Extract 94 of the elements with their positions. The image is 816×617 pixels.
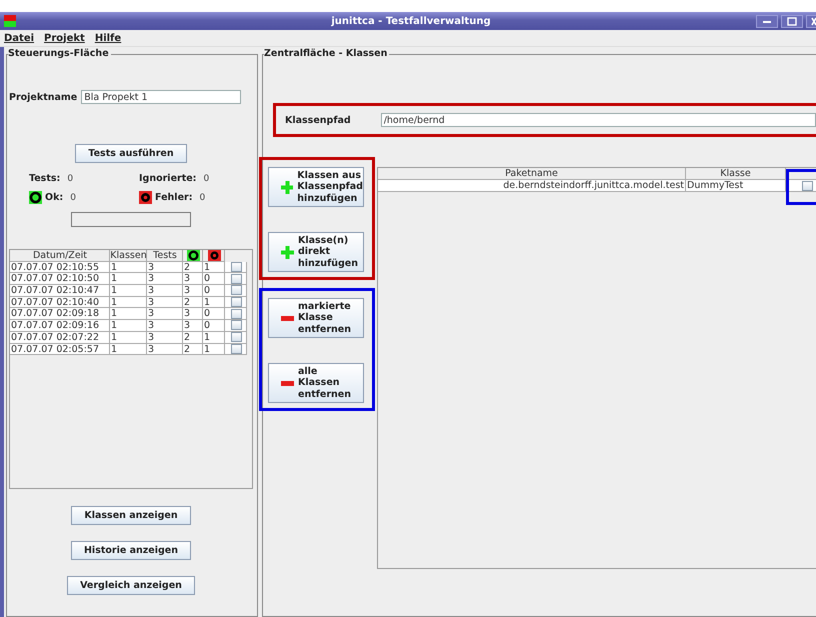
column-header: Datum/Zeit — [10, 250, 110, 262]
close-icon[interactable] — [806, 14, 816, 28]
table-cell: 3 — [147, 273, 183, 286]
minus-icon — [281, 380, 294, 386]
field-label: Projektname — [9, 92, 78, 102]
table-cell: 1 — [110, 320, 147, 332]
table-cell: 3 — [147, 332, 183, 344]
table-cell: 3 — [183, 273, 203, 286]
error-icon — [139, 191, 152, 204]
table-cell: 1 — [203, 262, 225, 274]
table-cell: 0 — [203, 273, 225, 286]
table-cell: 2 — [183, 332, 203, 344]
checkbox[interactable] — [230, 332, 242, 342]
table-cell: 07.07.07 02:07:22 — [10, 332, 110, 344]
table-cell: 1 — [110, 308, 147, 320]
table-cell: 1 — [110, 344, 147, 356]
action-button[interactable]: Historie anzeigen — [70, 541, 192, 560]
menu-item[interactable]: Projekt — [44, 32, 85, 44]
minus-icon — [281, 316, 294, 320]
table-cell: 3 — [147, 285, 183, 297]
table-cell: 3 — [147, 308, 183, 320]
column-header: Klassen — [110, 250, 147, 262]
field-label: Klassenpfad — [285, 114, 351, 126]
table-cell: 1 — [110, 332, 147, 344]
stat-value: 0 — [203, 174, 210, 184]
table-cell: 07.07.07 02:09:16 — [10, 320, 110, 332]
action-button[interactable]: Vergleich anzeigen — [67, 576, 195, 595]
maximize-icon[interactable] — [781, 14, 803, 28]
table-cell: DummyTest — [686, 180, 786, 192]
stat-value: 0 — [200, 192, 206, 202]
checkbox[interactable] — [230, 297, 242, 308]
table-cell: 1 — [110, 296, 147, 308]
table-cell: 07.07.07 02:10:55 — [10, 262, 110, 274]
menu-item[interactable]: Datei — [4, 32, 34, 44]
stat-value: 0 — [70, 192, 76, 202]
checkbox[interactable] — [230, 344, 242, 354]
table-cell: 0 — [203, 320, 225, 332]
table-cell: 07.07.07 02:09:18 — [10, 308, 110, 320]
add-class-button[interactable]: Klassen aus Klassenpfad hinzufügen — [268, 167, 364, 207]
table-cell: 1 — [110, 273, 147, 286]
stat-value: 0 — [67, 174, 74, 184]
table-cell: 2 — [183, 296, 203, 308]
table-cell: 2 — [183, 344, 203, 356]
project-name-field[interactable]: Bla Propekt 1 — [81, 90, 242, 104]
table-cell: 3 — [183, 308, 203, 320]
table-cell: 3 — [147, 320, 183, 332]
remove-class-button[interactable]: markierte Klasse entfernen — [268, 298, 364, 338]
table-cell: 1 — [203, 332, 225, 344]
table-cell: 3 — [147, 296, 183, 308]
plus-icon — [281, 180, 294, 194]
run-tests-button[interactable]: Tests ausführen — [75, 144, 187, 163]
table-cell: 1 — [203, 296, 225, 308]
checkbox[interactable] — [802, 180, 813, 190]
table-cell: 0 — [203, 285, 225, 297]
success-icon — [29, 191, 42, 204]
checkbox[interactable] — [230, 274, 242, 284]
panel-title: Zentralfläche - Klassen — [264, 48, 390, 59]
panel-title: Steuerungs-Fläche — [8, 48, 111, 59]
plus-icon — [281, 246, 294, 258]
table-cell: 3 — [183, 285, 203, 297]
menu-item[interactable]: Hilfe — [94, 32, 122, 44]
table-cell: 07.07.07 02:05:57 — [10, 344, 110, 356]
table-cell: 2 — [183, 262, 203, 274]
table-cell: 07.07.07 02:10:50 — [10, 273, 110, 286]
add-class-button[interactable]: Klasse(n) direkt hinzufügen — [268, 232, 364, 272]
table-cell: 3 — [183, 320, 203, 332]
window-title: junittca - Testfallverwaltung — [330, 16, 492, 26]
column-header: Tests — [147, 250, 183, 262]
checkbox[interactable] — [230, 320, 242, 330]
table-cell: 1 — [110, 262, 147, 274]
app-icon — [4, 15, 16, 27]
table-cell: de.berndsteindorff.junittca.model.test — [378, 180, 686, 192]
error-icon — [208, 250, 220, 261]
action-button[interactable]: Klassen anzeigen — [71, 506, 191, 525]
checkbox[interactable] — [230, 308, 242, 319]
stat-label: Tests: — [29, 173, 60, 184]
checkbox[interactable] — [230, 285, 242, 296]
minimize-icon[interactable] — [756, 14, 778, 28]
remove-class-button[interactable]: alle Klassen entfernen — [268, 363, 364, 403]
table-cell: 1 — [110, 285, 147, 297]
stat-label: Fehler: — [155, 192, 192, 203]
stat-label: Ok: — [45, 192, 64, 203]
table-cell: 0 — [203, 308, 225, 320]
stat-label: Ignorierte: — [139, 173, 196, 184]
table-cell: 3 — [147, 344, 183, 356]
classpath-field[interactable]: /home/bernd — [380, 113, 816, 127]
table-cell: 07.07.07 02:10:47 — [10, 285, 110, 297]
column-header: Klasse — [686, 168, 786, 180]
table-cell: 3 — [147, 262, 183, 274]
column-header: Paketname — [378, 168, 686, 180]
table-cell: 1 — [203, 344, 225, 356]
table-cell: 07.07.07 02:10:40 — [10, 296, 110, 308]
success-icon — [186, 250, 200, 261]
checkbox[interactable] — [230, 262, 242, 272]
